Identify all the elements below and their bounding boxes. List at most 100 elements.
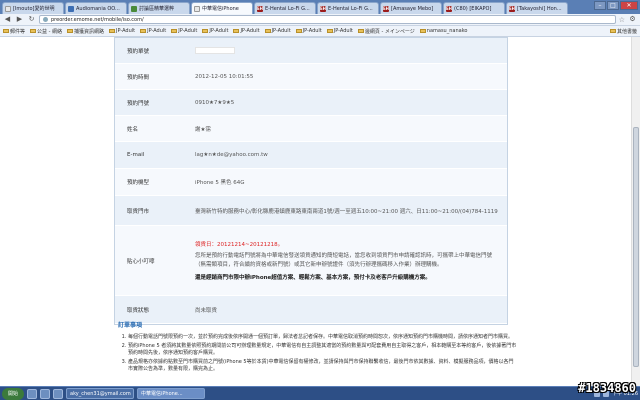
browser-tab[interactable]: 中華電信iPhone [191, 2, 253, 14]
field-value: 臺灣新竹特約服務中心/彰化縣鹿港鎮鹿東路東南兩道1號/週一至週五10:00~21… [195, 196, 507, 225]
bookmark-item[interactable]: JP-Adult [295, 28, 322, 34]
browser-tab[interactable]: EH [Amasaye Mebo] [380, 2, 442, 14]
back-button[interactable]: ◀ [3, 15, 12, 24]
field-value: 尚未取貨 [195, 296, 507, 323]
bookmark-item[interactable]: namasu_nanako [419, 28, 467, 34]
reload-button[interactable]: ↻ [27, 15, 36, 24]
forward-button[interactable]: ▶ [15, 15, 24, 24]
favicon-icon: EH [445, 5, 453, 12]
maximize-button[interactable]: □ [607, 1, 619, 10]
bookmark-star-icon[interactable]: ☆ [619, 16, 625, 24]
bookmark-item[interactable]: JP-Adult [326, 28, 353, 34]
quicklaunch-icon[interactable] [53, 388, 63, 399]
folder-icon [419, 29, 426, 33]
bookmarks-bar: 郵件等 公益 - 網絡 捕獲資訊網路 JP-Adult JP-Adult JP-Adult… [0, 26, 640, 37]
tab-label: E-Hentai Lo-Fi G... [265, 5, 310, 12]
note-item: 每個行動電話門號限預約一次，並於預約完成後依序開通一個預訂單，歸法者怠記者保存。… [128, 334, 518, 341]
browser-tab[interactable]: EH E-Hentai Lo-Fi G... [317, 2, 379, 14]
browser-tab[interactable]: EH [Takayoshi] Hon... [506, 2, 568, 14]
tab-label: Audiomania OO... [76, 5, 120, 12]
bookmark-item[interactable]: 捕獲資訊網路 [67, 28, 104, 35]
form-row: 預約門號 0910★7★9★5 [115, 90, 507, 116]
browser-tab[interactable]: 討論區精華選粹 [128, 2, 190, 14]
taskbar-task[interactable]: 中華電信iPhone... [137, 388, 205, 399]
favicon-icon [131, 5, 137, 12]
form-row: 預約單號 [115, 38, 507, 64]
field-label: 預約單號 [127, 48, 150, 55]
field-value-text: 0910★7★9★5 [195, 99, 235, 106]
field-value-text: 臺灣新竹特約服務中心/彰化縣鹿港鎮鹿東路東南兩道1號/週一至週五10:00~21… [195, 208, 498, 215]
other-bookmarks[interactable]: 其他書籤 [609, 28, 637, 35]
browser-tab[interactable]: [Imouto]愛的世明 [2, 2, 64, 14]
bookmark-label: JP-Adult [147, 28, 167, 34]
taskbar-task[interactable]: aky_chen31@ymail.com [66, 388, 134, 399]
folder-icon [609, 29, 616, 33]
note-body: 您所是預約行動電話門號將為中華電信發送領貨通知的簡短電話，當您收到領貨門市申請確… [195, 253, 493, 268]
quicklaunch-icon[interactable] [27, 388, 37, 399]
scrollbar-thumb[interactable] [633, 127, 639, 367]
note-content: 領貨日：20121214~20121218。您所是預約行動電話門號將為中華電信發… [195, 226, 507, 295]
notes-title: 訂單事項 [118, 322, 143, 329]
bookmark-item[interactable]: JP-Adult [109, 28, 135, 34]
bookmark-label: JP-Adult [271, 28, 291, 34]
folder-icon [3, 29, 9, 33]
favicon-icon [5, 5, 11, 12]
note-item: 產品規格亦依據約點數至門市購買前之門號(iPhone 5等於本貨)中華電信保留有… [128, 359, 518, 373]
reservation-table: 預約單號預約時間 2012-12-05 10:01:55 預約門號 0910★7★9★… [114, 37, 508, 325]
bookmark-label: JP-Adult [116, 28, 136, 34]
field-label: 取貨狀態 [127, 307, 150, 314]
bookmark-label: 公益 - 網絡 [37, 28, 62, 35]
favicon-icon: EH [508, 5, 516, 12]
wrench-icon[interactable]: ⚙ [628, 15, 637, 24]
bookmark-item[interactable]: 郵件等 [3, 28, 25, 35]
field-label: E-mail [127, 152, 145, 158]
field-label: 預約機型 [127, 180, 150, 186]
form-row: 預約時間 2012-12-05 10:01:55 [115, 64, 507, 90]
bookmark-label: JP-Adult [240, 28, 260, 34]
quicklaunch-icon[interactable] [40, 388, 50, 399]
bookmark-item[interactable]: JP-Adult [202, 28, 228, 34]
browser-tab[interactable]: Audiomania OO... [65, 2, 127, 14]
folder-icon [202, 29, 209, 33]
bookmark-label: 邊網頁 - メインページ [364, 28, 415, 35]
field-value-text: 2012-12-05 10:01:55 [195, 73, 254, 80]
field-label: 取貨門市 [127, 208, 150, 215]
redacted-box [195, 47, 235, 54]
note-item: 預約iPhone 5 者須將其數量依照預約期間前公司可辦理數量規定，中華電信有自… [128, 343, 518, 357]
vertical-scrollbar[interactable] [631, 37, 640, 386]
start-button[interactable]: 開始 [2, 387, 24, 400]
bookmark-item[interactable]: JP-Adult [171, 28, 197, 34]
form-row-note: 貼心小叮嚀 領貨日：20121214~20121218。 您所是預約行動電話門號將為… [115, 226, 507, 296]
globe-icon [43, 17, 48, 22]
folder-icon [357, 29, 364, 33]
address-bar[interactable]: preorder.emome.net/mobile/iso.com/ [39, 15, 616, 24]
folder-icon [171, 29, 178, 33]
folder-icon [295, 29, 302, 33]
notes-section: 訂單事項 每個行動電話門號限預約一次，並於預約完成後依序開通一個預訂單，歸法者怠… [118, 320, 518, 375]
minimize-button[interactable]: – [594, 1, 606, 10]
bookmark-item[interactable]: JP-Adult [264, 28, 291, 34]
folder-icon [67, 29, 73, 33]
field-value: 謝★霈 [195, 116, 507, 141]
bookmark-item[interactable]: JP-Adult [233, 28, 260, 34]
pickup-date: 領貨日：20121214~20121218。 [195, 242, 284, 248]
bookmark-item[interactable]: 公益 - 網絡 [30, 28, 62, 35]
bookmark-label: 捕獲資訊網路 [74, 28, 105, 35]
browser-tab[interactable]: EH (C80) [EIKAPO] [443, 2, 505, 14]
bookmark-item[interactable]: 邊網頁 - メインページ [357, 28, 415, 35]
field-label: 預約時間 [127, 74, 150, 81]
field-value [195, 38, 507, 63]
field-value-text: lag★n★de@yahoo.com.tw [195, 152, 268, 158]
tab-label: [Imouto]愛的世明 [13, 6, 55, 12]
watermark: #1834860 [578, 381, 636, 395]
form-row: 取貨門市 臺灣新竹特約服務中心/彰化縣鹿港鎮鹿東路東南兩道1號/週一至週五10:0… [115, 196, 507, 226]
bookmark-item[interactable]: JP-Adult [140, 28, 166, 34]
browser-toolbar: ◀ ▶ ↻ preorder.emome.net/mobile/iso.com/… [0, 14, 640, 26]
url-text: preorder.emome.net/mobile/iso.com/ [51, 16, 144, 23]
close-button[interactable]: ✕ [620, 1, 638, 10]
note-emphasis: 還是經銷商門市限中辦iPhone超值方案、輕鬆方案、基本方案，預付卡及老客戶升級… [195, 275, 431, 281]
bookmark-label: JP-Adult [333, 28, 353, 34]
field-value: iPhone 5 黑色 64G [195, 169, 507, 195]
field-value-text: 謝★霈 [195, 126, 211, 133]
browser-tab[interactable]: EH E-Hentai Lo-Fi G... [254, 2, 316, 14]
